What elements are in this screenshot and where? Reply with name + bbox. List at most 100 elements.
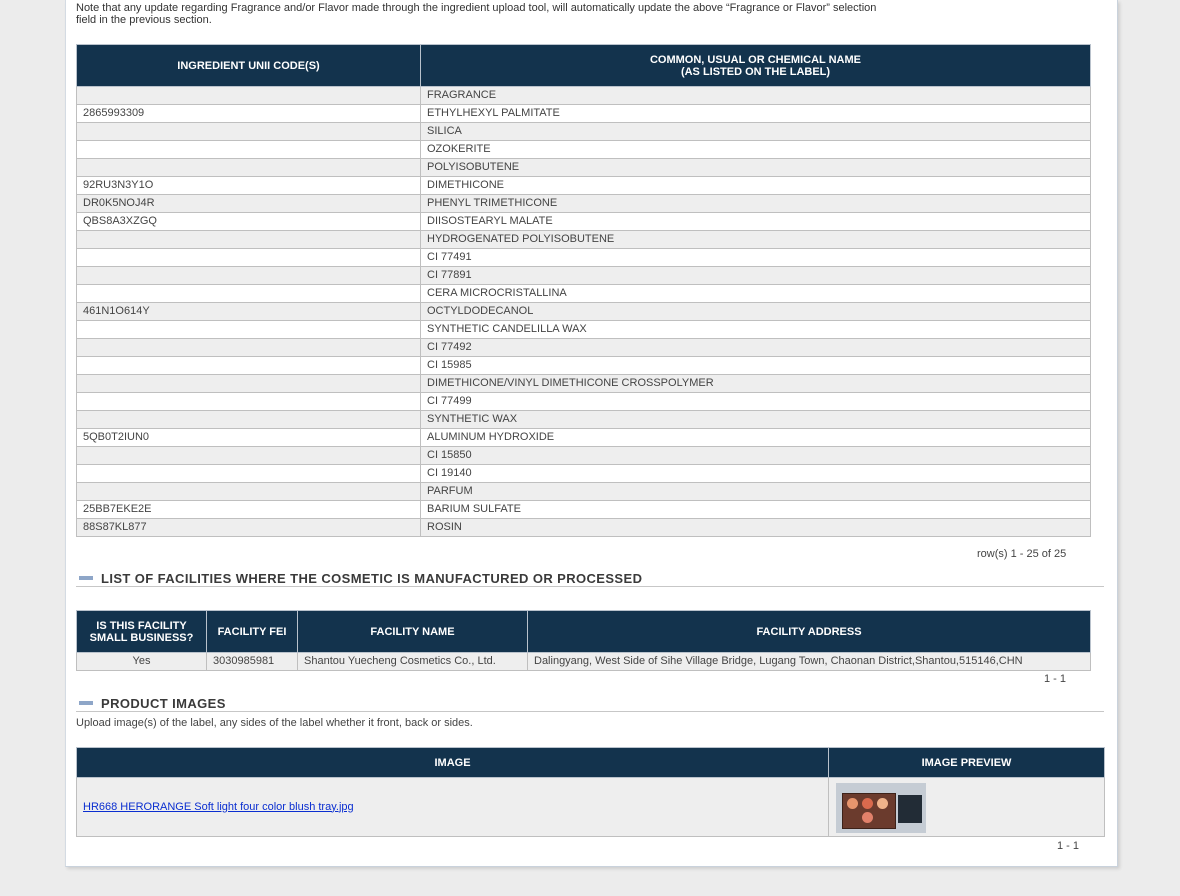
unii-code-cell	[76, 392, 421, 411]
ingredient-name-cell: OZOKERITE	[420, 140, 1091, 159]
unii-code-cell: QBS8A3XZGQ	[76, 212, 421, 231]
product-images-section-title: PRODUCT IMAGES	[101, 696, 226, 711]
unii-code-cell	[76, 482, 421, 501]
unii-code-cell	[76, 446, 421, 465]
unii-code-cell	[76, 410, 421, 429]
table-row: OZOKERITE	[76, 140, 1091, 159]
column-header-small-business[interactable]: IS THIS FACILITY SMALL BUSINESS?	[76, 610, 207, 653]
table-row: POLYISOBUTENE	[76, 158, 1091, 177]
product-image-row: HR668 HERORANGE Soft light four color bl…	[76, 777, 1105, 837]
ingredient-name-cell: FRAGRANCE	[420, 86, 1091, 105]
ingredient-name-cell: ROSIN	[420, 518, 1091, 537]
table-row: SYNTHETIC WAX	[76, 410, 1091, 429]
fragrance-update-note: Note that any update regarding Fragrance…	[76, 2, 877, 26]
column-header-facility-address[interactable]: FACILITY ADDRESS	[527, 610, 1091, 653]
ingredient-name-cell: BARIUM SULFATE	[420, 500, 1091, 519]
table-row: CI 15985	[76, 356, 1091, 375]
facility-fei-cell: 3030985981	[206, 652, 298, 671]
blush-palette-thumbnail-icon[interactable]	[836, 783, 926, 833]
table-row: 25BB7EKE2E BARIUM SULFATE	[76, 500, 1091, 519]
facility-address-cell: Dalingyang, West Side of Sihe Village Br…	[527, 652, 1091, 671]
collapse-icon[interactable]	[79, 576, 93, 580]
common-name-header-line1: COMMON, USUAL OR CHEMICAL NAME	[649, 53, 862, 66]
ingredient-name-cell: CI 77499	[420, 392, 1091, 411]
unii-code-cell	[76, 338, 421, 357]
blush-pan	[862, 812, 873, 823]
blush-pan	[877, 798, 888, 809]
ingredient-name-cell: ETHYLHEXYL PALMITATE	[420, 104, 1091, 123]
column-header-facility-fei[interactable]: FACILITY FEI	[206, 610, 298, 653]
table-row: 2865993309 ETHYLHEXYL PALMITATE	[76, 104, 1091, 123]
facilities-pagination: 1 - 1	[1044, 673, 1067, 685]
table-row: 5QB0T2IUN0 ALUMINUM HYDROXIDE	[76, 428, 1091, 447]
column-header-facility-name[interactable]: FACILITY NAME	[297, 610, 528, 653]
facilities-section-title: LIST OF FACILITIES WHERE THE COSMETIC IS…	[101, 571, 643, 586]
ingredient-name-cell: HYDROGENATED POLYISOBUTENE	[420, 230, 1091, 249]
collapse-icon[interactable]	[79, 701, 93, 705]
table-row: CI 77492	[76, 338, 1091, 357]
unii-code-cell: 461N1O614Y	[76, 302, 421, 321]
image-preview-cell	[828, 777, 1105, 837]
ingredient-name-cell: CI 77491	[420, 248, 1091, 267]
unii-code-cell: 25BB7EKE2E	[76, 500, 421, 519]
ingredient-name-cell: CI 15985	[420, 356, 1091, 375]
column-header-unii-code[interactable]: INGREDIENT UNII CODE(S)	[76, 44, 421, 87]
packaging-box	[898, 795, 922, 823]
table-row: 88S87KL877 ROSIN	[76, 518, 1091, 537]
column-header-image-preview[interactable]: IMAGE PREVIEW	[828, 747, 1105, 778]
table-row: QBS8A3XZGQ DIISOSTEARYL MALATE	[76, 212, 1091, 231]
unii-code-cell	[76, 374, 421, 393]
ingredient-name-cell: PARFUM	[420, 482, 1091, 501]
facilities-section-header[interactable]: LIST OF FACILITIES WHERE THE COSMETIC IS…	[76, 570, 1104, 587]
unii-code-cell: 2865993309	[76, 104, 421, 123]
ingredient-name-cell: CI 77891	[420, 266, 1091, 285]
table-row: CERA MICROCRISTALLINA	[76, 284, 1091, 303]
table-row: 461N1O614Y OCTYLDODECANOL	[76, 302, 1091, 321]
column-header-image[interactable]: IMAGE	[76, 747, 829, 778]
ingredient-name-cell: SYNTHETIC WAX	[420, 410, 1091, 429]
image-file-cell: HR668 HERORANGE Soft light four color bl…	[76, 777, 829, 837]
ingredient-name-cell: CI 19140	[420, 464, 1091, 483]
product-images-section-header[interactable]: PRODUCT IMAGES	[76, 695, 1104, 712]
unii-code-cell	[76, 230, 421, 249]
facility-name-cell: Shantou Yuecheng Cosmetics Co., Ltd.	[297, 652, 528, 671]
unii-code-cell	[76, 464, 421, 483]
image-file-link[interactable]: HR668 HERORANGE Soft light four color bl…	[83, 801, 354, 813]
ingredient-name-cell: SYNTHETIC CANDELILLA WAX	[420, 320, 1091, 339]
table-row: 92RU3N3Y1O DIMETHICONE	[76, 176, 1091, 195]
upload-images-note: Upload image(s) of the label, any sides …	[76, 717, 473, 729]
table-row: CI 15850	[76, 446, 1091, 465]
facility-row: Yes 3030985981 Shantou Yuecheng Cosmetic…	[76, 652, 1091, 671]
unii-code-cell	[76, 356, 421, 375]
palette-case	[842, 793, 896, 829]
ingredient-name-cell: CERA MICROCRISTALLINA	[420, 284, 1091, 303]
table-row: SYNTHETIC CANDELILLA WAX	[76, 320, 1091, 339]
product-images-table: IMAGE IMAGE PREVIEW HR668 HERORANGE Soft…	[76, 747, 1105, 837]
ingredient-name-cell: SILICA	[420, 122, 1091, 141]
unii-code-cell: DR0K5NOJ4R	[76, 194, 421, 213]
ingredient-name-cell: OCTYLDODECANOL	[420, 302, 1091, 321]
ingredient-name-cell: ALUMINUM HYDROXIDE	[420, 428, 1091, 447]
unii-code-cell	[76, 284, 421, 303]
unii-code-cell	[76, 158, 421, 177]
column-header-common-name[interactable]: COMMON, USUAL OR CHEMICAL NAME (AS LISTE…	[420, 44, 1091, 87]
unii-code-cell	[76, 122, 421, 141]
table-row: SILICA	[76, 122, 1091, 141]
unii-code-cell	[76, 266, 421, 285]
blush-pan	[847, 798, 858, 809]
ingredient-name-cell: POLYISOBUTENE	[420, 158, 1091, 177]
ingredient-name-cell: DIMETHICONE/VINYL DIMETHICONE CROSSPOLYM…	[420, 374, 1091, 393]
small-business-header-line2: SMALL BUSINESS?	[89, 631, 194, 644]
table-row: CI 77491	[76, 248, 1091, 267]
ingredient-name-cell: CI 15850	[420, 446, 1091, 465]
unii-code-cell: 88S87KL877	[76, 518, 421, 537]
unii-code-cell	[76, 86, 421, 105]
ingredient-name-cell: DIMETHICONE	[420, 176, 1091, 195]
table-row: DR0K5NOJ4R PHENYL TRIMETHICONE	[76, 194, 1091, 213]
ingredient-name-cell: DIISOSTEARYL MALATE	[420, 212, 1091, 231]
ingredients-row-count: row(s) 1 - 25 of 25	[977, 548, 1067, 560]
ingredient-name-cell: PHENYL TRIMETHICONE	[420, 194, 1091, 213]
ingredients-table-body: FRAGRANCE 2865993309 ETHYLHEXYL PALMITATE S…	[76, 86, 1091, 537]
product-images-pagination: 1 - 1	[1057, 840, 1080, 852]
facility-small-business-cell: Yes	[76, 652, 207, 671]
